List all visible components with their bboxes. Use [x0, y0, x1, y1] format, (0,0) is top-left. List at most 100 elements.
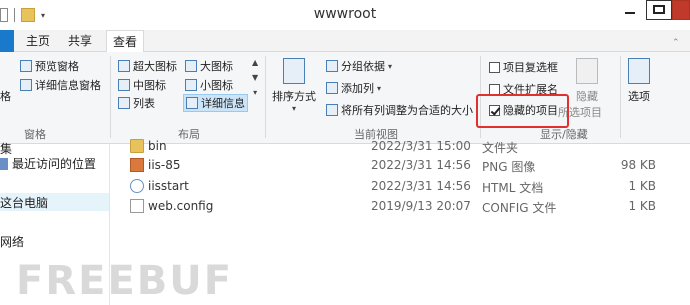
- group-by-chevron-icon: ▾: [388, 61, 393, 71]
- details-option[interactable]: 详细信息: [183, 94, 248, 112]
- file-date: 2022/3/31 14:56: [371, 158, 471, 172]
- ribbon-tabs: 主页 共享 查看 ⌃: [0, 30, 690, 53]
- file-type: HTML 文档: [482, 181, 544, 195]
- hidden-items-highlight: [476, 94, 569, 128]
- add-columns-label: 添加列: [341, 82, 374, 95]
- close-button[interactable]: [672, 0, 690, 20]
- layout-scroll[interactable]: ▲ ▼ ▾: [252, 58, 258, 97]
- folder-icon: [130, 139, 144, 153]
- extra-large-icons-label: 超大图标: [133, 60, 177, 73]
- medium-icons-icon: [118, 79, 130, 91]
- details-pane-label: 详细信息窗格: [35, 79, 101, 92]
- group-by-button[interactable]: 分组依据 ▾: [326, 58, 392, 74]
- minimize-icon: [625, 12, 635, 14]
- collapse-ribbon-icon[interactable]: ⌃: [672, 38, 680, 48]
- navigation-pane-button[interactable]: 格: [0, 88, 11, 104]
- item-checkboxes-option[interactable]: 项目复选框: [489, 59, 558, 75]
- preview-pane-label: 预览窗格: [35, 60, 79, 73]
- png-file-icon: [130, 158, 144, 172]
- size-all-columns-label: 将所有列调整为合适的大小: [341, 104, 473, 117]
- group-divider: [620, 56, 621, 138]
- pane-group-label: 窗格: [24, 128, 46, 141]
- table-row[interactable]: web.config 2019/9/13 20:07 CONFIG 文件 1 K…: [120, 197, 680, 217]
- large-icons-label: 大图标: [200, 60, 233, 73]
- options-icon: [628, 58, 650, 84]
- hide-selected-items-button[interactable]: 隐藏 所选项目: [558, 58, 602, 120]
- item-checkboxes-checkbox[interactable]: [489, 61, 500, 73]
- file-name: iis-85: [148, 158, 181, 172]
- scroll-down-icon[interactable]: ▼: [252, 73, 258, 82]
- preview-pane-button[interactable]: 预览窗格: [20, 58, 79, 74]
- details-pane-icon: [20, 79, 32, 91]
- nav-item-label: 这台电脑: [0, 195, 49, 210]
- large-icons-icon: [185, 60, 197, 72]
- add-columns-icon: [326, 82, 338, 94]
- config-file-icon: [130, 199, 144, 213]
- table-row[interactable]: bin 2022/3/31 15:00 文件夹: [120, 137, 680, 157]
- extra-large-icons-option[interactable]: 超大图标: [118, 58, 177, 74]
- file-type: 文件夹: [482, 141, 519, 155]
- add-columns-chevron-icon: ▾: [377, 83, 382, 93]
- size-all-columns-button[interactable]: 将所有列调整为合适的大小: [326, 102, 473, 118]
- file-name: bin: [148, 139, 167, 153]
- small-icons-option[interactable]: 小图标: [185, 77, 233, 93]
- item-checkboxes-label: 项目复选框: [503, 61, 558, 74]
- sort-by-label: 排序方式: [272, 90, 316, 103]
- medium-icons-label: 中图标: [133, 79, 166, 92]
- sort-by-button[interactable]: 排序方式 ▾: [272, 58, 316, 113]
- preview-pane-icon: [20, 60, 32, 72]
- list-view-icon: [118, 97, 130, 109]
- hide-selected-icon: [576, 58, 598, 84]
- tab-home[interactable]: 主页: [20, 30, 56, 52]
- file-date: 2019/9/13 20:07: [371, 199, 471, 213]
- ribbon: 格 预览窗格 详细信息窗格 窗格 超大图标 大图标 中图标 小图标 列表 详细信…: [0, 52, 690, 144]
- size-columns-icon: [326, 104, 338, 116]
- navigation-pane-label: 格: [0, 90, 11, 103]
- tab-file[interactable]: [0, 30, 14, 52]
- maximize-button[interactable]: [646, 0, 672, 20]
- file-type: PNG 图像: [482, 160, 536, 174]
- add-columns-button[interactable]: 添加列 ▾: [326, 80, 381, 96]
- options-label: 选项: [628, 90, 650, 103]
- more-layouts-icon[interactable]: ▾: [253, 88, 257, 97]
- html-file-icon: [130, 179, 144, 193]
- nav-item-this-pc[interactable]: 这台电脑: [0, 193, 109, 211]
- extra-large-icons-icon: [118, 60, 130, 72]
- small-icons-icon: [185, 79, 197, 91]
- group-divider: [110, 56, 111, 138]
- file-date: 2022/3/31 14:56: [371, 179, 471, 193]
- title-bar: ▾ wwwroot: [0, 0, 690, 30]
- file-name: iisstart: [148, 179, 189, 193]
- large-icons-option[interactable]: 大图标: [185, 58, 233, 74]
- file-size: 1 KB: [628, 199, 656, 213]
- recent-places-icon: [0, 157, 8, 170]
- nav-item-label: 网络: [0, 235, 25, 249]
- details-label: 详细信息: [201, 97, 245, 110]
- hide-selected-label-top: 隐藏: [576, 90, 598, 103]
- group-by-label: 分组依据: [341, 60, 385, 73]
- medium-icons-option[interactable]: 中图标: [118, 77, 166, 93]
- nav-item-recent-places[interactable]: 最近访问的位置: [0, 155, 96, 172]
- options-button[interactable]: 选项: [628, 58, 650, 104]
- file-size: 1 KB: [628, 179, 656, 193]
- file-name: web.config: [148, 199, 214, 213]
- details-view-icon: [186, 97, 198, 109]
- file-name-extensions-checkbox[interactable]: [489, 83, 500, 95]
- tab-view[interactable]: 查看: [106, 30, 145, 53]
- nav-item-network[interactable]: 网络: [0, 233, 24, 250]
- group-by-icon: [326, 60, 338, 72]
- tab-share[interactable]: 共享: [62, 30, 98, 52]
- sort-by-icon: [283, 58, 305, 84]
- table-row[interactable]: iisstart 2022/3/31 14:56 HTML 文档 1 KB: [120, 177, 680, 197]
- list-label: 列表: [133, 97, 155, 110]
- sort-by-chevron-icon: ▾: [291, 104, 296, 113]
- table-row[interactable]: iis-85 2022/3/31 14:56 PNG 图像 98 KB: [120, 156, 680, 176]
- list-option[interactable]: 列表: [118, 95, 155, 111]
- minimize-button[interactable]: [617, 0, 643, 20]
- group-divider: [265, 56, 266, 138]
- file-size: 98 KB: [620, 158, 656, 172]
- details-pane-button[interactable]: 详细信息窗格: [20, 77, 101, 93]
- small-icons-label: 小图标: [200, 79, 233, 92]
- window-title: wwwroot: [313, 6, 377, 22]
- scroll-up-icon[interactable]: ▲: [252, 58, 258, 67]
